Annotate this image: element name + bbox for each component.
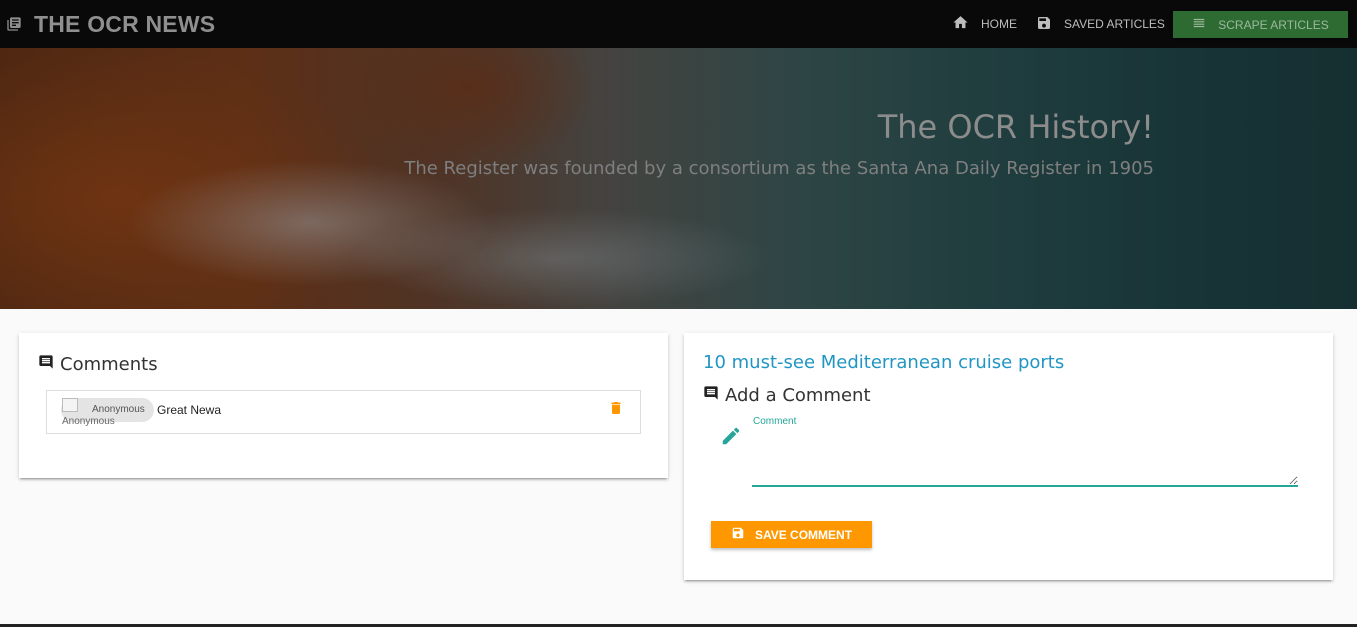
hero-title: The OCR History! [877, 108, 1154, 146]
nav-saved-label: SAVED ARTICLES [1064, 17, 1165, 31]
add-comment-header: Add a Comment [703, 385, 871, 406]
nav-home-label: HOME [981, 17, 1017, 31]
article-card: 10 must-see Mediterranean cruise ports A… [684, 333, 1333, 580]
author-name: Anonymous [92, 404, 145, 415]
nav-home-link[interactable]: HOME [952, 0, 1017, 48]
brand[interactable]: THE OCR NEWS [6, 0, 215, 48]
comment-text: Great Newa [157, 403, 222, 417]
list-icon [1192, 16, 1206, 33]
save-icon [1036, 15, 1052, 34]
home-icon [952, 14, 969, 34]
comment-field-label: Comment [753, 416, 797, 427]
scrape-articles-button[interactable]: SCRAPE ARTICLES [1173, 11, 1348, 38]
trash-icon[interactable] [608, 399, 624, 422]
add-comment-title: Add a Comment [725, 385, 871, 406]
comment-textarea[interactable] [752, 433, 1298, 487]
pencil-icon [720, 425, 742, 452]
hero-banner: The OCR History! The Register was founde… [0, 48, 1357, 309]
comment-icon [38, 354, 54, 375]
avatar-alt-text: Anonymous [62, 416, 115, 427]
comments-header: Comments [38, 354, 158, 375]
hero-subtitle: The Register was founded by a consortium… [404, 158, 1154, 179]
comment-icon [703, 385, 719, 406]
top-navbar: THE OCR NEWS HOME SAVED ARTICLES SCRAPE … [0, 0, 1357, 48]
scrape-articles-label: SCRAPE ARTICLES [1218, 17, 1329, 32]
newspaper-icon [6, 16, 22, 32]
save-comment-button[interactable]: SAVE COMMENT [711, 521, 872, 548]
avatar [62, 398, 78, 412]
nav-saved-articles-link[interactable]: SAVED ARTICLES [1036, 0, 1165, 48]
comments-card: Comments Anonymous Anonymous Great Newa [19, 333, 668, 478]
article-title-link[interactable]: 10 must-see Mediterranean cruise ports [703, 352, 1064, 373]
save-icon [731, 526, 745, 543]
save-comment-label: SAVE COMMENT [754, 527, 853, 542]
comment-list-item: Anonymous Anonymous Great Newa [46, 390, 641, 434]
brand-title: THE OCR NEWS [34, 10, 216, 37]
comments-title: Comments [60, 354, 158, 375]
